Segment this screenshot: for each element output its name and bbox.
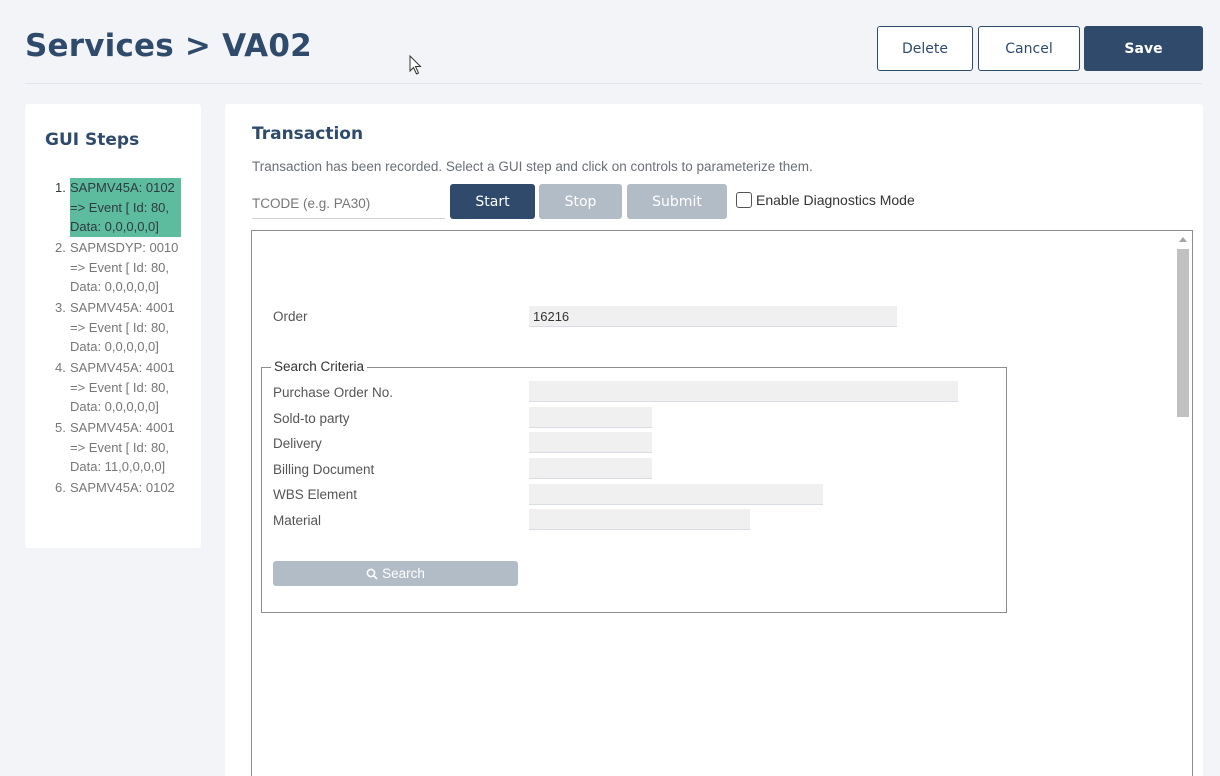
sold-to-party-label: Sold-to party — [273, 411, 350, 426]
gui-step-text: SAPMV45A: 4001 => Event [ Id: 80, Data: … — [70, 420, 175, 474]
gui-step-text: SAPMV45A: 4001 => Event [ Id: 80, Data: … — [70, 300, 175, 354]
search-button[interactable]: Search — [273, 561, 518, 586]
delete-button[interactable]: Delete — [877, 26, 973, 71]
gui-step-item[interactable]: 1. SAPMV45A: 0102 => Event [ Id: 80, Dat… — [25, 178, 201, 237]
billing-document-field[interactable] — [529, 458, 652, 479]
sap-screen-preview: Order 16216 Search Criteria Purchase Ord… — [251, 230, 1193, 776]
scrollbar-thumb[interactable] — [1177, 249, 1189, 417]
gui-step-item[interactable]: 6. SAPMV45A: 0102 — [25, 478, 201, 498]
sap-screen-scrollbar[interactable] — [1175, 231, 1192, 776]
header-divider — [25, 83, 1202, 84]
gui-step-number: 3. — [55, 300, 66, 315]
gui-step-number: 2. — [55, 240, 66, 255]
gui-steps-panel: GUI Steps 1. SAPMV45A: 0102 => Event [ I… — [25, 104, 201, 548]
order-value: 16216 — [533, 309, 570, 324]
gui-step-number: 5. — [55, 420, 66, 435]
transaction-description: Transaction has been recorded. Select a … — [252, 159, 813, 174]
page-title: Services > VA02 — [25, 28, 312, 64]
start-button[interactable]: Start — [450, 184, 535, 219]
search-icon — [366, 568, 378, 580]
gui-step-number: 1. — [55, 180, 66, 195]
gui-step-text: SAPMV45A: 4001 => Event [ Id: 80, Data: … — [70, 360, 175, 414]
gui-step-item[interactable]: 5. SAPMV45A: 4001 => Event [ Id: 80, Dat… — [25, 418, 201, 477]
material-label: Material — [273, 513, 322, 528]
diagnostics-checkbox[interactable] — [736, 192, 752, 208]
scroll-up-arrow-icon[interactable] — [1179, 237, 1187, 242]
sold-to-party-field[interactable] — [529, 407, 652, 428]
purchase-order-field[interactable] — [529, 381, 958, 402]
mouse-cursor-icon — [409, 55, 422, 75]
diagnostics-mode-toggle[interactable]: Enable Diagnostics Mode — [736, 192, 915, 208]
billing-document-label: Billing Document — [273, 462, 375, 477]
wbs-element-field[interactable] — [529, 484, 823, 505]
delivery-label: Delivery — [273, 436, 322, 451]
material-field[interactable] — [529, 509, 750, 530]
tcode-input[interactable] — [252, 189, 445, 219]
transaction-panel: Transaction Transaction has been recorde… — [225, 104, 1203, 776]
gui-step-text: SAPMV45A: 0102 => Event [ Id: 80, Data: … — [70, 178, 181, 237]
gui-steps-list: 1. SAPMV45A: 0102 => Event [ Id: 80, Dat… — [25, 178, 201, 499]
stop-button[interactable]: Stop — [539, 184, 622, 219]
gui-step-number: 4. — [55, 360, 66, 375]
submit-button[interactable]: Submit — [627, 184, 727, 219]
delivery-field[interactable] — [529, 432, 652, 453]
wbs-element-label: WBS Element — [273, 487, 358, 502]
save-button[interactable]: Save — [1084, 26, 1203, 71]
search-criteria-legend: Search Criteria — [271, 359, 368, 374]
transaction-title: Transaction — [252, 124, 364, 144]
order-field[interactable]: 16216 — [529, 306, 897, 327]
search-button-label: Search — [382, 566, 425, 581]
diagnostics-label: Enable Diagnostics Mode — [756, 192, 915, 208]
purchase-order-label: Purchase Order No. — [273, 385, 394, 400]
gui-step-item[interactable]: 2. SAPMSDYP: 0010 => Event [ Id: 80, Dat… — [25, 238, 201, 297]
gui-step-number: 6. — [55, 480, 66, 495]
gui-steps-title: GUI Steps — [45, 130, 140, 150]
order-label: Order — [273, 309, 308, 324]
gui-step-item[interactable]: 4. SAPMV45A: 4001 => Event [ Id: 80, Dat… — [25, 358, 201, 417]
gui-step-text: SAPMV45A: 0102 — [70, 480, 175, 495]
gui-step-text: SAPMSDYP: 0010 => Event [ Id: 80, Data: … — [70, 240, 179, 294]
cancel-button[interactable]: Cancel — [978, 26, 1080, 71]
gui-step-item[interactable]: 3. SAPMV45A: 4001 => Event [ Id: 80, Dat… — [25, 298, 201, 357]
